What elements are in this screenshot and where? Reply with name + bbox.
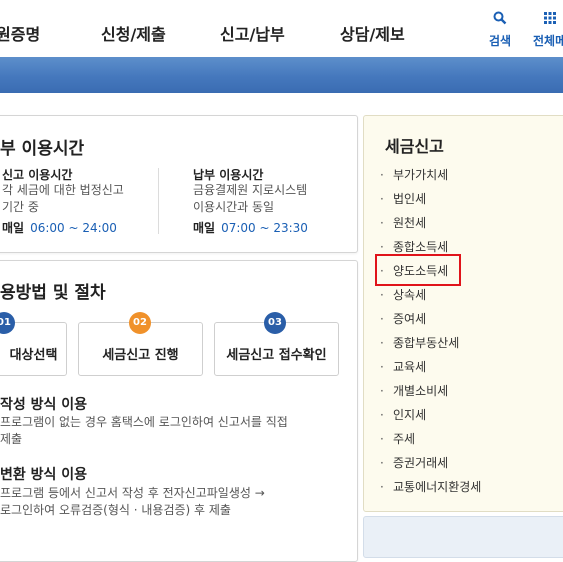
step-number-badge: 03 <box>264 312 286 334</box>
payment-hours-title: 납부 이용시간 <box>193 168 264 182</box>
sidebar-item-gift-tax[interactable]: · 증여세 <box>380 310 426 327</box>
all-menu-label: 전체메 <box>533 34 563 48</box>
bullet-icon: · <box>380 456 384 470</box>
daily-label: 매일 <box>193 221 216 235</box>
bullet-icon: · <box>380 360 384 374</box>
step-number-badge: 02 <box>129 312 151 334</box>
all-menu-button[interactable]: 전체메 <box>533 10 563 49</box>
highlight-box <box>375 254 461 286</box>
sidebar-item-label: 법인세 <box>393 192 427 206</box>
filing-hours-daily: 매일 06:00 ~ 24:00 <box>2 219 117 236</box>
sidebar-item-energy-tax[interactable]: · 교통에너지환경세 <box>380 478 481 495</box>
payment-time: 07:00 ~ 23:30 <box>221 221 308 235</box>
bullet-icon: · <box>380 384 384 398</box>
nav-item-certificate[interactable]: 원증명 <box>0 21 40 45</box>
daily-label: 매일 <box>2 221 25 235</box>
bullet-icon: · <box>380 168 384 182</box>
sidebar-item-label: 원천세 <box>393 216 427 230</box>
sidebar-item-education-tax[interactable]: · 교육세 <box>380 358 426 375</box>
grid-menu-icon <box>543 12 556 24</box>
filing-hours-desc-2: 기간 중 <box>2 200 39 214</box>
sidebar-item-liquor-tax[interactable]: · 주세 <box>380 430 415 447</box>
method-title: 변환 방식 이용 <box>0 467 88 483</box>
sidebar-item-label: 상속세 <box>393 288 427 302</box>
method-desc: 프로그램이 없는 경우 홈택스에 로그인하여 신고서를 직접 <box>0 415 288 429</box>
payment-hours-daily: 매일 07:00 ~ 23:30 <box>193 219 308 236</box>
sidebar-item-consumption-tax[interactable]: · 개별소비세 <box>380 382 448 399</box>
sidebar-item-label: 종합소득세 <box>393 240 449 254</box>
sidebar-item-label: 증여세 <box>393 312 427 326</box>
method-desc: 제출 <box>0 432 23 446</box>
sidebar-item-label: 부가가치세 <box>393 168 449 182</box>
filing-time: 06:00 ~ 24:00 <box>30 221 117 235</box>
sidebar-item-property-tax[interactable]: · 종합부동산세 <box>380 334 459 351</box>
sidebar-item-label: 주세 <box>393 432 416 446</box>
sidebar-item-label: 교통에너지환경세 <box>393 480 482 494</box>
sidebar-item-vat[interactable]: · 부가가치세 <box>380 166 448 183</box>
step-label: 세금신고 진행 <box>102 348 179 363</box>
search-button[interactable]: 검색 <box>489 10 511 49</box>
bullet-icon: · <box>380 192 384 206</box>
bullet-icon: · <box>380 432 384 446</box>
nav-item-report-pay[interactable]: 신고/납부 <box>220 21 285 45</box>
bullet-icon: · <box>380 216 384 230</box>
sidebar-item-label: 인지세 <box>393 408 427 422</box>
sidebar-item-corporate-tax[interactable]: · 법인세 <box>380 190 426 207</box>
hours-divider <box>158 168 159 234</box>
sidebar-item-label: 교육세 <box>393 360 427 374</box>
bullet-icon: · <box>380 312 384 326</box>
sidebar-item-label: 종합부동산세 <box>393 336 460 350</box>
method-desc: 프로그램 등에서 신고서 작성 후 전자신고파일생성 → <box>0 486 265 500</box>
nav-item-consult-report[interactable]: 상담/제보 <box>340 21 405 45</box>
step-label: 대상선택 <box>9 348 58 363</box>
top-navigation: 원증명 신청/제출 신고/납부 상담/제보 검색 전체메 <box>0 0 563 57</box>
bullet-icon: · <box>380 288 384 302</box>
sidebar-title: 세금신고 <box>385 137 444 156</box>
bullet-icon: · <box>380 336 384 350</box>
sidebar-item-inheritance-tax[interactable]: · 상속세 <box>380 286 426 303</box>
bullet-icon: · <box>380 240 384 254</box>
page-banner <box>0 57 563 93</box>
filing-hours-title: 신고 이용시간 <box>2 168 73 182</box>
bullet-icon: · <box>380 408 384 422</box>
sidebar-item-label: 증권거래세 <box>393 456 449 470</box>
sidebar-item-securities-tax[interactable]: · 증권거래세 <box>380 454 448 471</box>
step-label: 세금신고 접수확인 <box>226 348 327 363</box>
usage-hours-title: 부 이용시간 <box>0 139 85 159</box>
method-desc: 로그인하여 오류검증(형식 · 내용검증) 후 제출 <box>0 503 231 517</box>
secondary-sidebar-panel <box>363 516 563 558</box>
nav-item-apply-submit[interactable]: 신청/제출 <box>101 21 166 45</box>
search-icon <box>493 11 507 25</box>
procedure-title: 용방법 및 절차 <box>0 283 106 303</box>
search-label: 검색 <box>489 34 512 48</box>
sidebar-item-stamp-tax[interactable]: · 인지세 <box>380 406 426 423</box>
payment-hours-desc-2: 이용시간과 동일 <box>193 200 275 214</box>
sidebar-item-withholding-tax[interactable]: · 원천세 <box>380 214 426 231</box>
payment-hours-desc-1: 금융결제원 지로시스템 <box>193 183 308 197</box>
bullet-icon: · <box>380 480 384 494</box>
filing-hours-desc-1: 각 세금에 대한 법정신고 <box>2 183 124 197</box>
method-title: 작성 방식 이용 <box>0 397 88 413</box>
sidebar-item-label: 개별소비세 <box>393 384 449 398</box>
sidebar-item-income-tax[interactable]: · 종합소득세 <box>380 238 448 255</box>
